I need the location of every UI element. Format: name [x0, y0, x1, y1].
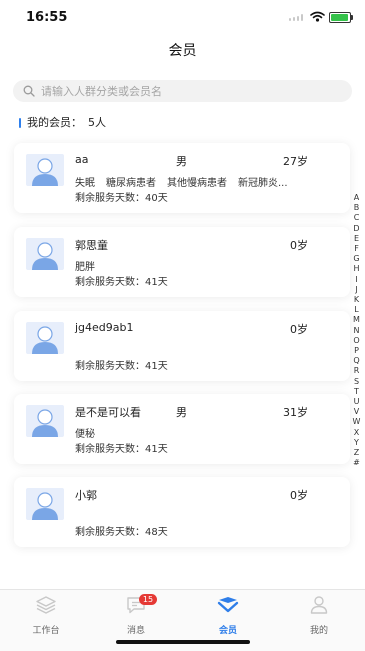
index-letter[interactable]: R [352, 366, 361, 376]
member-gender: 男 [176, 155, 187, 168]
index-letter[interactable]: F [352, 244, 361, 254]
index-letter[interactable]: A [352, 193, 361, 203]
member-card[interactable]: aa 男 27岁失眠 糖尿病患者 其他慢病患者 新冠肺炎... 剩余服务天数：40天 [14, 143, 350, 213]
index-letter[interactable]: Q [352, 356, 361, 366]
index-letter[interactable]: K [352, 295, 361, 305]
index-letter[interactable]: L [352, 305, 361, 315]
index-letter[interactable]: D [352, 224, 361, 234]
index-letter[interactable]: W [352, 417, 361, 427]
member-card[interactable]: 郭思童 0岁肥胖剩余服务天数：41天 [14, 227, 350, 297]
user-avatar-icon [32, 326, 58, 354]
index-letter[interactable]: Y [352, 438, 361, 448]
member-age: 0岁 [290, 489, 308, 502]
index-letter[interactable]: G [352, 254, 361, 264]
member-tag: 糖尿病患者 [106, 178, 156, 189]
index-letter[interactable]: B [352, 203, 361, 213]
index-letter[interactable]: U [352, 397, 361, 407]
tab-label: 消息 [126, 626, 145, 636]
index-letter[interactable]: I [352, 275, 361, 285]
user-avatar-icon [32, 492, 58, 520]
avatar [26, 405, 64, 437]
index-letter[interactable]: # [352, 458, 361, 468]
profile-icon [310, 596, 328, 614]
search-bar[interactable] [13, 80, 352, 102]
index-letter[interactable]: C [352, 213, 361, 223]
remaining-service-days: 剩余服务天数：41天 [75, 361, 168, 372]
index-letter[interactable]: Z [352, 448, 361, 458]
member-name: aa [75, 153, 89, 166]
tab-messages[interactable]: 15 消息 [101, 594, 171, 636]
index-letter[interactable]: H [352, 264, 361, 274]
member-tag: 其他慢病患者 [167, 178, 227, 189]
avatar [26, 238, 64, 270]
index-letter[interactable]: E [352, 234, 361, 244]
status-time: 16:55 [26, 10, 68, 25]
member-tag: 便秘 [75, 429, 95, 440]
tab-label: 我的 [309, 626, 328, 636]
member-tags: 便秘 [75, 425, 106, 440]
unread-badge: 15 [139, 594, 157, 605]
index-letter[interactable]: J [352, 285, 361, 295]
user-avatar-icon [32, 158, 58, 186]
tab-profile[interactable]: 我的 [284, 595, 354, 636]
alphabet-index[interactable]: A B C D E F G H I J K L M N O P Q R S T U V W X Y Z # [352, 193, 361, 468]
remaining-service-days: 剩余服务天数：48天 [75, 527, 168, 538]
member-name: 郭思童 [75, 239, 108, 252]
member-count-value: 5人 [88, 116, 106, 129]
index-letter[interactable]: T [352, 387, 361, 397]
remaining-service-days: 剩余服务天数：40天 [75, 193, 168, 204]
member-card[interactable]: 是不是可以看 男 31岁便秘剩余服务天数：41天 [14, 394, 350, 464]
index-letter[interactable]: O [352, 336, 361, 346]
member-name: jg4ed9ab1 [75, 321, 134, 334]
member-name: 小郭 [75, 489, 97, 502]
avatar [26, 154, 64, 186]
member-card[interactable]: 小郭 0岁剩余服务天数：48天 [14, 477, 350, 547]
member-tag: 失眠 [75, 178, 95, 189]
search-icon [23, 85, 35, 97]
avatar [26, 322, 64, 354]
remaining-service-days: 剩余服务天数：41天 [75, 277, 168, 288]
battery-icon [329, 12, 353, 23]
index-letter[interactable]: S [352, 377, 361, 387]
member-card[interactable]: jg4ed9ab1 0岁剩余服务天数：41天 [14, 311, 350, 381]
user-avatar-icon [32, 242, 58, 270]
member-age: 0岁 [290, 323, 308, 336]
index-letter[interactable]: P [352, 346, 361, 356]
member-tag: 肥胖 [75, 262, 95, 273]
member-tags: 失眠 糖尿病患者 其他慢病患者 新冠肺炎... [75, 174, 299, 189]
page-title: 会员 [168, 43, 197, 59]
index-letter[interactable]: X [352, 428, 361, 438]
tab-members[interactable]: 会员 [193, 595, 263, 636]
wifi-icon [310, 11, 325, 22]
workbench-icon [36, 596, 56, 614]
index-letter[interactable]: V [352, 407, 361, 417]
index-letter[interactable]: N [352, 326, 361, 336]
member-tag: 新冠肺炎... [238, 178, 288, 189]
member-age: 31岁 [283, 406, 308, 419]
member-icon [217, 597, 239, 613]
search-input[interactable] [41, 82, 341, 100]
home-indicator [116, 640, 250, 644]
member-gender: 男 [176, 406, 187, 419]
member-count: 我的会员： 5人 [19, 116, 106, 130]
tab-label: 工作台 [32, 626, 60, 636]
cellular-signal-icon [289, 14, 303, 21]
member-tags: 肥胖 [75, 258, 106, 273]
user-avatar-icon [32, 409, 58, 437]
status-bar: 16:55 [0, 0, 365, 34]
tab-label: 会员 [218, 626, 237, 636]
member-count-label: 我的会员： [27, 116, 82, 129]
member-name: 是不是可以看 [75, 406, 141, 419]
member-age: 27岁 [283, 155, 308, 168]
index-letter[interactable]: M [352, 315, 361, 325]
tab-workbench[interactable]: 工作台 [11, 595, 81, 636]
member-age: 0岁 [290, 239, 308, 252]
avatar [26, 488, 64, 520]
remaining-service-days: 剩余服务天数：41天 [75, 444, 168, 455]
